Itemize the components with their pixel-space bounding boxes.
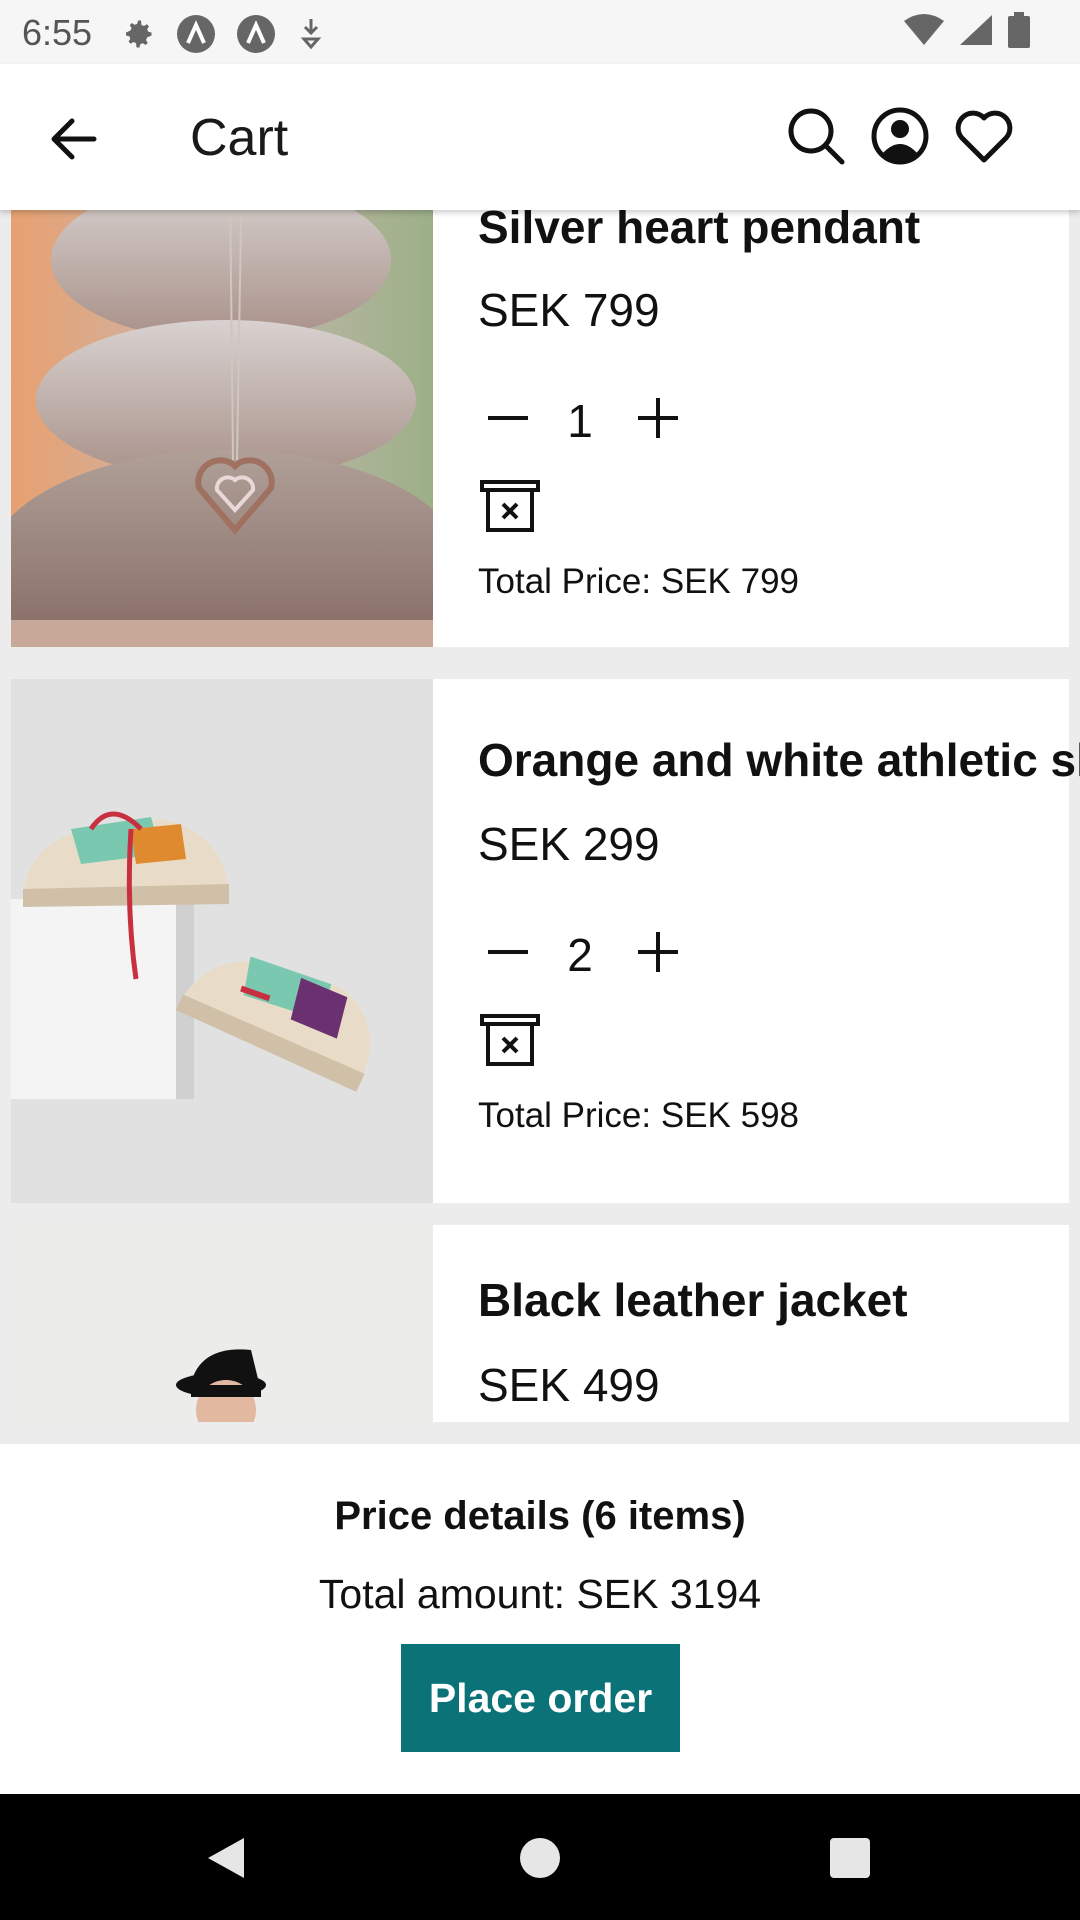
download-icon [300,19,322,50]
product-name[interactable]: Black leather jacket [478,1273,908,1327]
item-total-price: Total Price: SEK 799 [478,562,799,601]
status-time: 6:55 [22,12,93,53]
plus-icon[interactable] [628,388,688,448]
delete-icon[interactable] [478,476,542,534]
a-icon [177,15,215,53]
nav-home-icon[interactable] [516,1834,564,1882]
nav-back-icon[interactable] [202,1834,250,1882]
quantity-value: 1 [567,395,593,447]
quantity-stepper: 2 [478,922,678,982]
product-price: SEK 299 [478,818,660,870]
app-bar: Cart [0,64,1080,210]
product-price: SEK 499 [478,1359,660,1411]
quantity-value: 2 [567,929,593,981]
nav-recents-icon[interactable] [826,1834,874,1882]
signal-icon [960,15,992,45]
battery-icon [1008,12,1030,48]
status-bar: 6:55 [0,0,1080,64]
product-name[interactable]: Orange and white athletic shoes [478,733,1080,787]
account-icon[interactable] [868,104,932,168]
page-title: Cart [190,109,289,167]
product-price: SEK 799 [478,284,660,336]
search-icon[interactable] [784,104,848,168]
product-image[interactable] [11,679,433,1203]
product-image[interactable] [11,210,433,647]
item-total-price: Total Price: SEK 598 [478,1096,799,1135]
a-icon [237,15,275,53]
heart-icon[interactable] [952,104,1016,168]
price-details-title: Price details (6 items) [334,1494,746,1538]
minus-icon[interactable] [478,388,538,448]
back-arrow-icon[interactable] [44,109,104,169]
minus-icon[interactable] [478,922,538,982]
settings-icon [126,20,152,48]
price-summary: Price details (6 items) Total amount: SE… [0,1444,1080,1794]
product-image[interactable] [11,1225,433,1422]
cart-item: Silver heart pendant SEK 799 1 Total Pri… [11,210,1069,647]
cart-list[interactable]: Silver heart pendant SEK 799 1 Total Pri… [0,210,1080,1422]
place-order-button[interactable]: Place order [401,1644,680,1752]
plus-icon[interactable] [628,922,688,982]
total-amount: Total amount: SEK 3194 [318,1571,762,1617]
quantity-stepper: 1 [478,388,678,448]
system-nav-bar [0,1794,1080,1920]
wifi-icon [904,14,944,45]
product-name[interactable]: Silver heart pendant [478,210,920,254]
cart-item: Orange and white athletic shoes SEK 299 … [11,679,1080,1203]
delete-icon[interactable] [478,1010,542,1068]
cart-item: Black leather jacket SEK 499 [11,1225,1069,1422]
